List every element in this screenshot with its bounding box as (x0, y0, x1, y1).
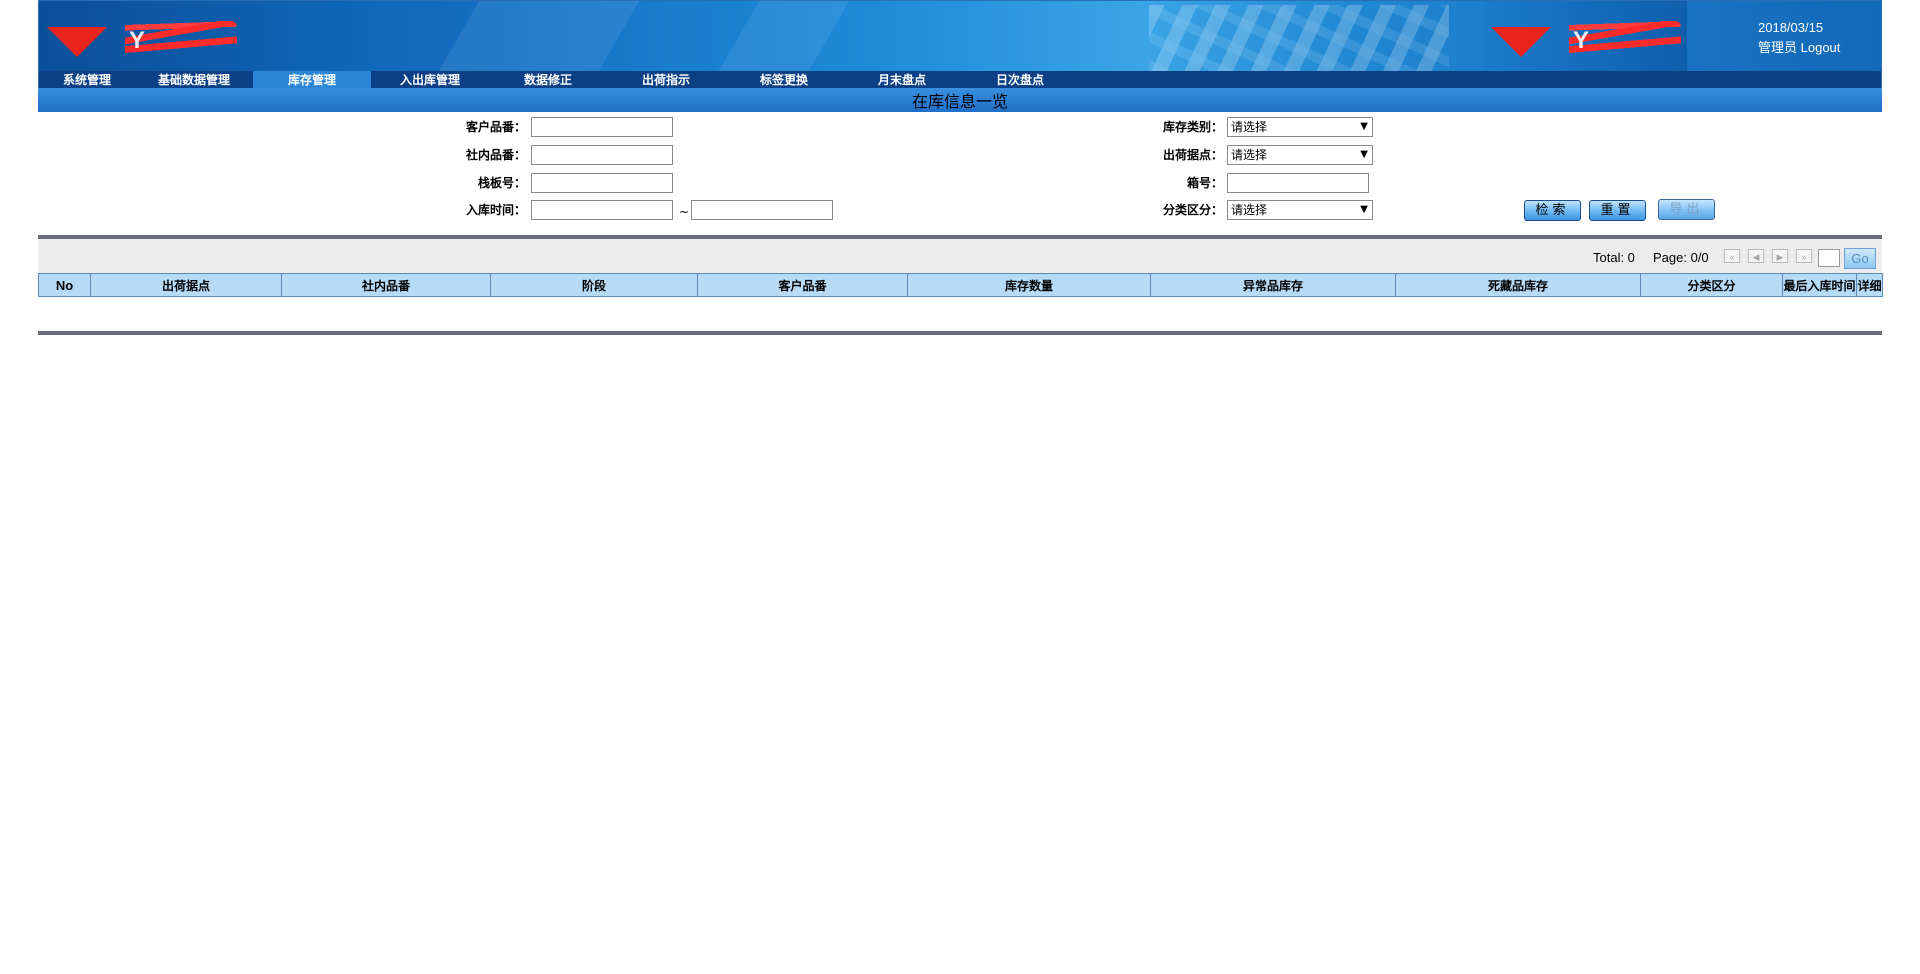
pallet-label: 栈板号： (477, 176, 526, 190)
redacted-logo-text: Y (1569, 21, 1681, 57)
company-logo-right: Y (1481, 1, 1687, 71)
column-header-stage[interactable]: 阶段 (490, 273, 698, 297)
current-date: 2018/03/15 (1758, 20, 1824, 35)
range-separator: ~ (679, 205, 690, 219)
total-count: Total: 0 (1593, 250, 1635, 265)
page-number-input[interactable] (1818, 249, 1840, 267)
column-header-no[interactable]: No (38, 273, 91, 297)
logo-mark (1491, 27, 1551, 57)
internal-part-label: 社内品番： (465, 148, 526, 162)
inbound-time-label: 入库时间： (465, 203, 526, 217)
internal-part-input[interactable] (531, 145, 673, 165)
column-header-shipping-point[interactable]: 出荷据点 (90, 273, 282, 297)
table-empty-area (38, 297, 1882, 331)
nav-item-daily-count[interactable]: 日次盘点 (961, 71, 1079, 88)
column-header-dead-stock[interactable]: 死藏品库存 (1395, 273, 1641, 297)
nav-item-master-data[interactable]: 基础数据管理 (135, 71, 253, 88)
nav-item-inventory[interactable]: 库存管理 (253, 71, 371, 88)
column-header-abnormal-stock[interactable]: 异常品库存 (1150, 273, 1396, 297)
export-button[interactable]: 导出 (1658, 199, 1715, 220)
inventory-table: No 出荷据点 社内品番 阶段 客户品番 库存数量 异常品库存 死藏品库存 分类… (38, 273, 1883, 297)
header-graphic (1149, 5, 1449, 71)
go-button[interactable]: Go (1844, 248, 1876, 269)
main-nav: 系统管理 基础数据管理 库存管理 入出库管理 数据修正 出荷指示 标签更换 月末… (38, 71, 1882, 88)
redacted-logo-text: Y (125, 21, 237, 57)
inbound-time-from-input[interactable] (531, 200, 673, 220)
column-header-stock-qty[interactable]: 库存数量 (907, 273, 1151, 297)
column-header-detail[interactable]: 详细 (1856, 273, 1883, 297)
first-page-icon[interactable]: « (1724, 249, 1740, 263)
search-button[interactable]: 检索 (1524, 200, 1581, 221)
column-header-internal-part[interactable]: 社内品番 (281, 273, 491, 297)
header-decoration (718, 1, 850, 71)
customer-part-input[interactable] (531, 117, 673, 137)
column-header-customer-part[interactable]: 客户品番 (697, 273, 908, 297)
inbound-time-to-input[interactable] (691, 200, 833, 220)
box-no-label: 箱号： (1186, 176, 1223, 190)
page-info: Page: 0/0 (1653, 250, 1709, 265)
section-divider-bottom (38, 331, 1882, 335)
pallet-input[interactable] (531, 173, 673, 193)
next-page-icon[interactable]: ▶ (1772, 249, 1788, 263)
user-name: 管理员 (1758, 40, 1798, 55)
page-title: 在库信息一览 (911, 92, 1008, 111)
header-info: 2018/03/15 管理员 Logout (1758, 18, 1840, 58)
nav-item-data-correction[interactable]: 数据修正 (489, 71, 607, 88)
nav-item-in-out[interactable]: 入出库管理 (371, 71, 489, 88)
app-header: Y Y 2018/03/15 管理员 Logout (38, 0, 1882, 71)
company-logo: Y (47, 19, 247, 59)
table-header-row: No 出荷据点 社内品番 阶段 客户品番 库存数量 异常品库存 死藏品库存 分类… (38, 273, 1883, 297)
logout-link[interactable]: Logout (1801, 40, 1841, 55)
reset-button[interactable]: 重置 (1589, 200, 1646, 221)
column-header-category[interactable]: 分类区分 (1640, 273, 1783, 297)
search-form: 客户品番： 社内品番： 栈板号： 入库时间： ~ 库存类别： 请选择 ▼ 出荷据点… (38, 112, 1882, 235)
stock-type-label: 库存类别： (1162, 120, 1223, 134)
header-decoration (438, 1, 640, 71)
chevron-down-icon: ▼ (1360, 121, 1368, 132)
column-header-last-inbound[interactable]: 最后入库时间 (1782, 273, 1857, 297)
pager-bar: Total: 0 Page: 0/0 « ◀ ▶ » Go (38, 239, 1882, 273)
shipping-point-select[interactable]: 请选择 ▼ (1227, 145, 1373, 165)
chevron-down-icon: ▼ (1360, 149, 1368, 160)
category-label: 分类区分： (1162, 203, 1223, 217)
customer-part-label: 客户品番： (465, 120, 526, 134)
logo-mark (47, 27, 107, 57)
shipping-point-label: 出荷据点： (1162, 148, 1223, 162)
nav-item-shipping-instruction[interactable]: 出荷指示 (607, 71, 725, 88)
nav-item-label-change[interactable]: 标签更换 (725, 71, 843, 88)
last-page-icon[interactable]: » (1796, 249, 1812, 263)
chevron-down-icon: ▼ (1360, 204, 1368, 215)
box-no-input[interactable] (1227, 173, 1369, 193)
nav-item-monthly-count[interactable]: 月末盘点 (843, 71, 961, 88)
prev-page-icon[interactable]: ◀ (1748, 249, 1764, 263)
nav-item-system[interactable]: 系统管理 (39, 71, 135, 88)
stock-type-select[interactable]: 请选择 ▼ (1227, 117, 1373, 137)
category-select[interactable]: 请选择 ▼ (1227, 200, 1373, 220)
page: Y Y 2018/03/15 管理员 Logout 系统管理 基础数据管理 库存… (38, 0, 1883, 335)
page-title-bar: 在库信息一览 (38, 88, 1882, 112)
